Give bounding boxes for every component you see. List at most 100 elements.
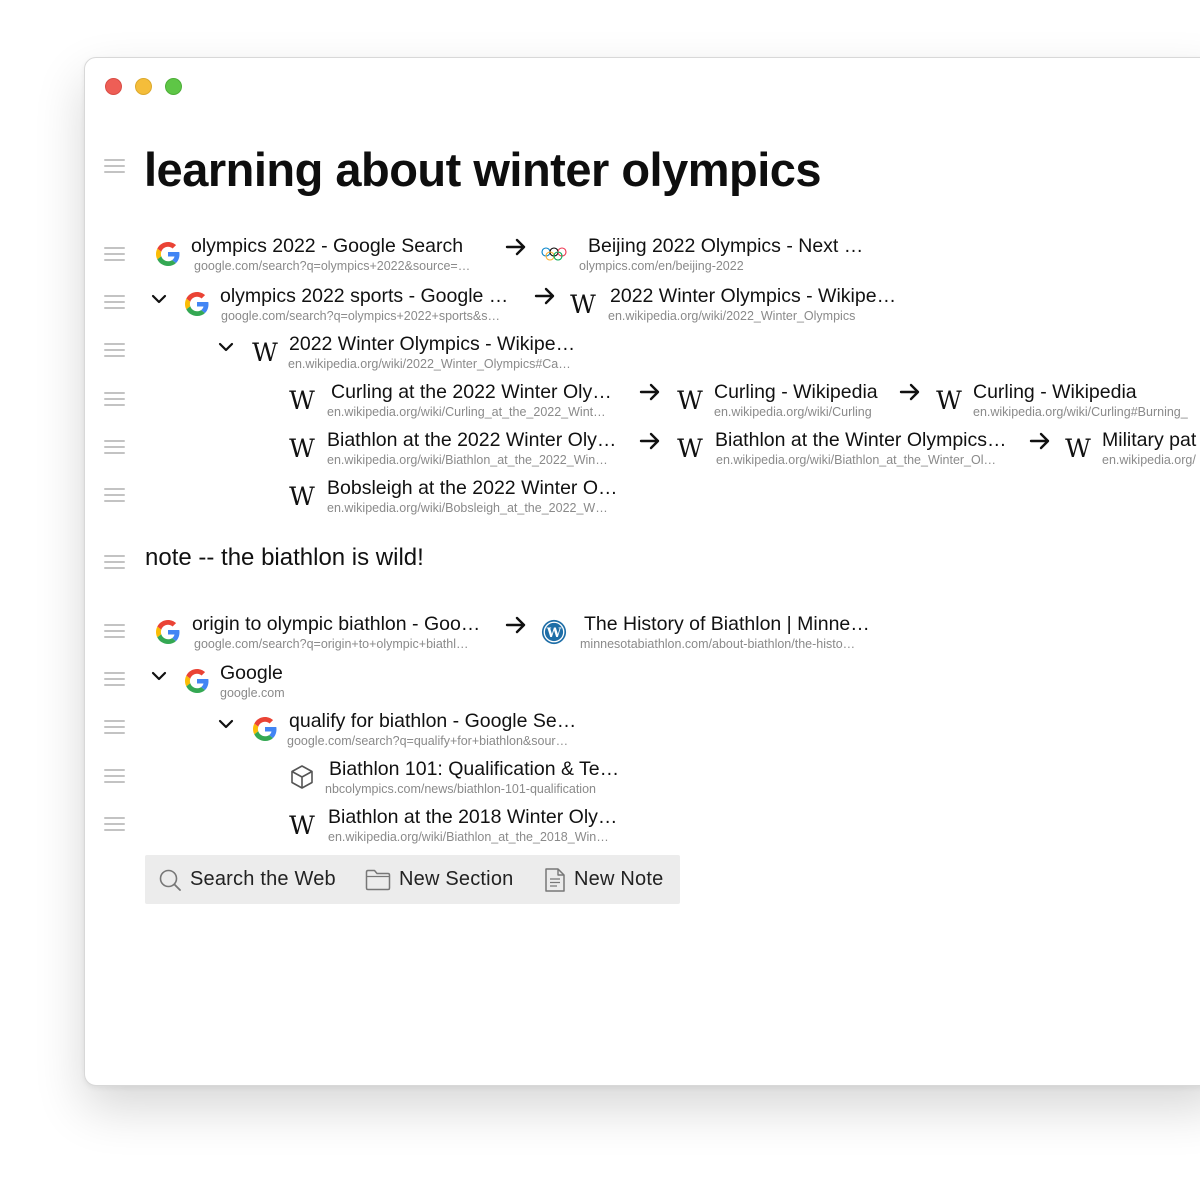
tab-card[interactable]: W Biathlon at the Winter Olympics… en.wi…	[677, 427, 1017, 469]
drag-handle-icon[interactable]	[104, 488, 125, 502]
tab-card[interactable]: W 2022 Winter Olympics - Wikipe… en.wiki…	[570, 283, 930, 325]
tab-card[interactable]: origin to olympic biathlon - Goo… google…	[155, 611, 495, 653]
wikipedia-icon: W	[1065, 433, 1091, 463]
new-section-label: New Section	[399, 868, 514, 890]
drag-handle-icon[interactable]	[104, 159, 125, 173]
maximize-window-button[interactable]	[165, 78, 182, 95]
svg-text:W: W	[546, 626, 562, 641]
google-icon	[184, 291, 210, 317]
drag-handle-icon[interactable]	[104, 720, 125, 734]
olympic-rings-icon	[541, 241, 567, 267]
tab-url: olympics.com/en/beijing-2022	[579, 259, 744, 273]
tab-card[interactable]: W The History of Biathlon | Minne… minne…	[541, 611, 891, 653]
tab-url: en.wikipedia.org/wiki/2022_Winter_Olympi…	[608, 309, 856, 323]
tab-card[interactable]: W Biathlon at the 2018 Winter Oly… en.wi…	[289, 804, 629, 846]
tab-url: en.wikipedia.org/wiki/Biathlon_at_the_20…	[327, 453, 608, 467]
new-note-label: New Note	[574, 868, 664, 890]
wikipedia-icon: W	[252, 337, 278, 367]
tab-title: olympics 2022 - Google Search	[191, 235, 464, 257]
bottom-toolbar: Search the Web New Section New Note	[145, 855, 680, 904]
tab-title: Biathlon at the Winter Olympics…	[715, 429, 1007, 451]
tab-card[interactable]: Beijing 2022 Olympics - Next … olympics.…	[541, 233, 881, 275]
page-title[interactable]: learning about winter olympics	[144, 142, 822, 197]
tab-url: google.com/search?q=olympics+2022+sports…	[221, 309, 500, 323]
tab-title: Google	[220, 662, 283, 684]
google-icon	[155, 619, 181, 645]
tab-title: Military pat	[1102, 429, 1197, 451]
drag-handle-icon[interactable]	[104, 247, 125, 261]
drag-handle-icon[interactable]	[104, 672, 125, 686]
new-section-button[interactable]: New Section	[365, 855, 513, 904]
new-note-button[interactable]: New Note	[544, 855, 663, 904]
tab-url: en.wikipedia.org/wiki/Curling#Burning_	[973, 405, 1188, 419]
google-icon	[184, 668, 210, 694]
arrow-right-icon	[1028, 429, 1052, 453]
minimize-window-button[interactable]	[135, 78, 152, 95]
tab-card[interactable]: olympics 2022 - Google Search google.com…	[155, 233, 495, 275]
arrow-right-icon	[504, 235, 528, 259]
drag-handle-icon[interactable]	[104, 440, 125, 454]
drag-handle-icon[interactable]	[104, 817, 125, 831]
folder-icon	[365, 869, 391, 890]
tab-url: google.com/search?q=qualify+for+biathlon…	[287, 734, 569, 748]
arrow-right-icon	[638, 380, 662, 404]
tab-card[interactable]: olympics 2022 sports - Google … google.c…	[184, 283, 524, 325]
chevron-down-icon[interactable]	[217, 338, 235, 356]
search-web-label: Search the Web	[190, 868, 336, 890]
tab-card[interactable]: W Biathlon at the 2022 Winter Oly… en.wi…	[289, 427, 629, 469]
tab-card[interactable]: W Bobsleigh at the 2022 Winter O… en.wik…	[289, 475, 629, 517]
tab-title: qualify for biathlon - Google Se…	[289, 710, 577, 732]
close-window-button[interactable]	[105, 78, 122, 95]
tab-card[interactable]: W Curling at the 2022 Winter Oly… en.wik…	[289, 379, 629, 421]
tab-url: en.wikipedia.org/	[1102, 453, 1196, 467]
arrow-right-icon	[898, 380, 922, 404]
tab-url: en.wikipedia.org/wiki/Curling_at_the_202…	[327, 405, 606, 419]
drag-handle-icon[interactable]	[104, 555, 125, 569]
wikipedia-icon: W	[677, 385, 703, 415]
tab-title: Curling - Wikipedia	[973, 381, 1137, 403]
tab-url: en.wikipedia.org/wiki/Curling	[714, 405, 872, 419]
note-text[interactable]: note -- the biathlon is wild!	[145, 544, 424, 572]
tab-title: Biathlon 101: Qualification & Te…	[329, 758, 620, 780]
drag-handle-icon[interactable]	[104, 624, 125, 638]
tab-title: 2022 Winter Olympics - Wikipe…	[289, 333, 576, 355]
tab-title: 2022 Winter Olympics - Wikipe…	[610, 285, 897, 307]
drag-handle-icon[interactable]	[104, 343, 125, 357]
chevron-down-icon[interactable]	[150, 290, 168, 308]
box-icon	[289, 764, 315, 790]
arrow-right-icon	[533, 284, 557, 308]
google-icon	[155, 241, 181, 267]
wikipedia-icon: W	[936, 385, 962, 415]
chevron-down-icon[interactable]	[217, 715, 235, 733]
wikipedia-icon: W	[570, 289, 596, 319]
google-icon	[252, 716, 278, 742]
drag-handle-icon[interactable]	[104, 295, 125, 309]
tab-card[interactable]: W Curling - Wikipedia en.wikipedia.org/w…	[677, 379, 897, 421]
wikipedia-icon: W	[289, 433, 315, 463]
search-web-button[interactable]: Search the Web	[158, 855, 336, 904]
search-icon	[159, 869, 181, 891]
tab-title: Biathlon at the 2022 Winter Oly…	[327, 429, 617, 451]
tab-url: en.wikipedia.org/wiki/2022_Winter_Olympi…	[288, 357, 571, 371]
tab-title: Beijing 2022 Olympics - Next …	[588, 235, 864, 257]
tab-card[interactable]: Biathlon 101: Qualification & Te… nbcoly…	[289, 756, 629, 798]
tab-card[interactable]: W Military pat en.wikipedia.org/	[1065, 427, 1200, 469]
tab-card[interactable]: qualify for biathlon - Google Se… google…	[252, 708, 592, 750]
document-icon	[545, 867, 565, 892]
tab-url: en.wikipedia.org/wiki/Biathlon_at_the_20…	[328, 830, 609, 844]
tab-title: Bobsleigh at the 2022 Winter O…	[327, 477, 618, 499]
tab-card[interactable]: Google google.com	[184, 660, 384, 702]
tab-title: origin to olympic biathlon - Goo…	[192, 613, 481, 635]
drag-handle-icon[interactable]	[104, 769, 125, 783]
drag-handle-icon[interactable]	[104, 392, 125, 406]
tab-card[interactable]: W Curling - Wikipedia en.wikipedia.org/w…	[936, 379, 1200, 421]
arrow-right-icon	[638, 429, 662, 453]
tab-card[interactable]: W 2022 Winter Olympics - Wikipe… en.wiki…	[252, 331, 612, 373]
tab-url: google.com	[220, 686, 285, 700]
tab-url: google.com/search?q=olympics+2022&source…	[194, 259, 471, 273]
tab-url: en.wikipedia.org/wiki/Bobsleigh_at_the_2…	[327, 501, 608, 515]
tab-title: Biathlon at the 2018 Winter Oly…	[328, 806, 618, 828]
tab-title: Curling at the 2022 Winter Oly…	[331, 381, 612, 403]
wikipedia-icon: W	[289, 810, 315, 840]
chevron-down-icon[interactable]	[150, 667, 168, 685]
